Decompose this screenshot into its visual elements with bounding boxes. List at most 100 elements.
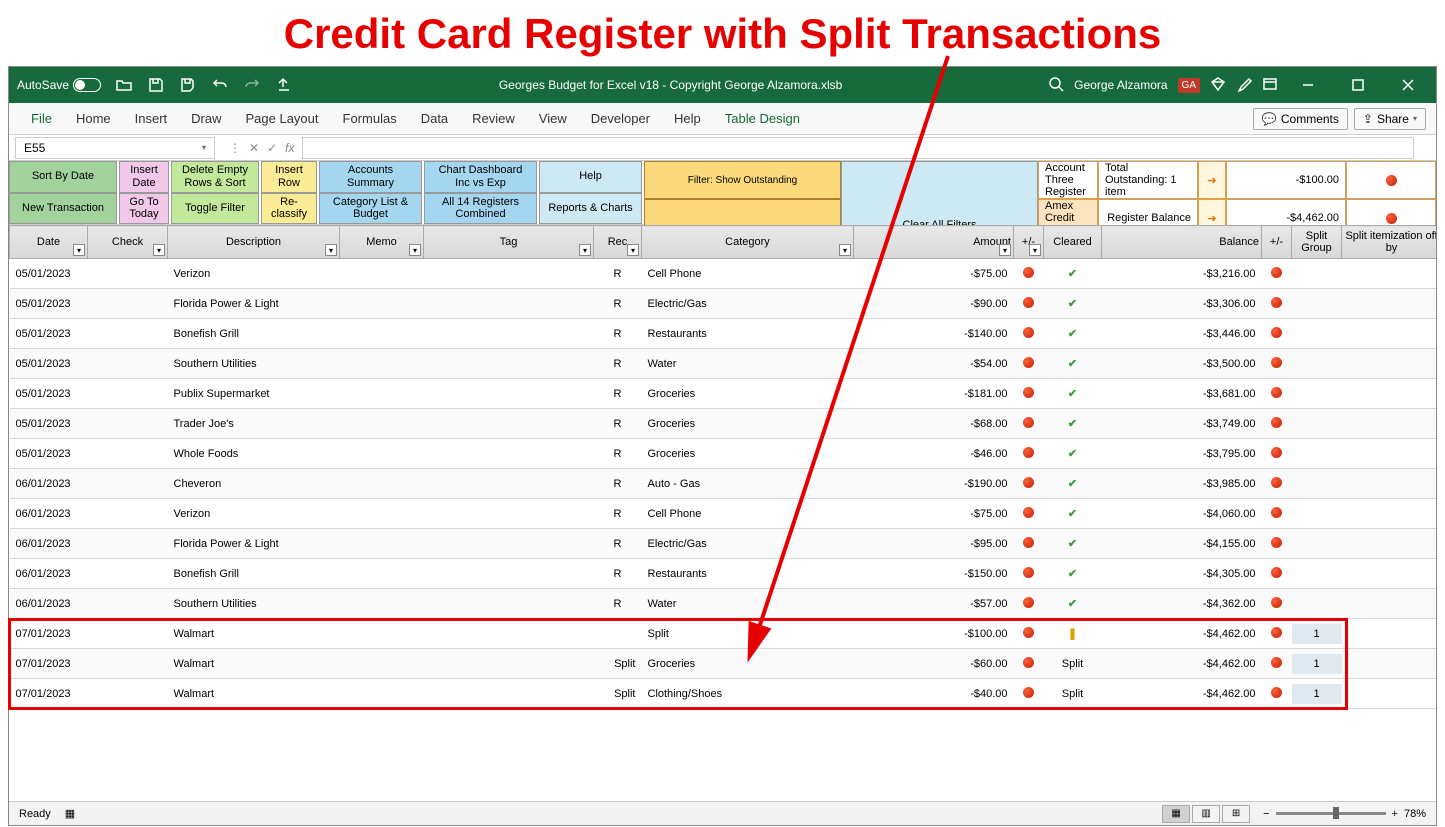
- filter-icon[interactable]: ▾: [839, 244, 851, 256]
- name-box[interactable]: E55▾: [15, 137, 215, 159]
- diamond-icon[interactable]: [1210, 76, 1226, 95]
- page-break-view-button[interactable]: ⊞: [1222, 805, 1250, 823]
- sort-by-date-button[interactable]: Sort By Date: [9, 161, 117, 193]
- zoom-in-button[interactable]: +: [1392, 808, 1398, 820]
- table-row[interactable]: 05/01/2023Florida Power & LightRElectric…: [10, 289, 1437, 319]
- user-name[interactable]: George Alzamora: [1074, 78, 1167, 92]
- insert-date-button[interactable]: Insert Date: [119, 161, 169, 193]
- tab-developer[interactable]: Developer: [579, 107, 662, 130]
- formula-bar: E55▾ ⋮ ✕ ✓ fx: [9, 135, 1436, 161]
- fx-cancel-icon[interactable]: ✕: [249, 141, 259, 155]
- table-row[interactable]: 06/01/2023Southern UtilitiesRWater-$57.0…: [10, 589, 1437, 619]
- paint-icon[interactable]: [1236, 76, 1252, 95]
- undo-icon[interactable]: [211, 76, 229, 94]
- table-row[interactable]: 05/01/2023Trader Joe'sRGroceries-$68.00✔…: [10, 409, 1437, 439]
- table-row[interactable]: 07/01/2023WalmartSplit-$100.00❚-$4,462.0…: [10, 619, 1437, 649]
- normal-view-button[interactable]: ▦: [1162, 805, 1190, 823]
- filter-icon[interactable]: ▾: [325, 244, 337, 256]
- table-row[interactable]: 07/01/2023WalmartSplitGroceries-$60.00Sp…: [10, 649, 1437, 679]
- table-row[interactable]: 05/01/2023VerizonRCell Phone-$75.00✔-$3,…: [10, 259, 1437, 289]
- filter-icon[interactable]: ▾: [153, 244, 165, 256]
- annotation-title: Credit Card Register with Split Transact…: [0, 0, 1445, 66]
- help-button[interactable]: Help: [539, 161, 642, 193]
- tab-file[interactable]: File: [19, 107, 64, 130]
- toggle-filter-button[interactable]: Toggle Filter: [171, 193, 259, 225]
- filter-icon[interactable]: ▾: [409, 244, 421, 256]
- table-row[interactable]: 06/01/2023Bonefish GrillRRestaurants-$15…: [10, 559, 1437, 589]
- column-header[interactable]: Balance: [1102, 226, 1262, 259]
- column-header[interactable]: Rec▾: [594, 226, 642, 259]
- minimize-button[interactable]: [1288, 71, 1328, 99]
- column-header[interactable]: Split itemization off by: [1342, 226, 1437, 259]
- table-row[interactable]: 05/01/2023Publix SupermarketRGroceries-$…: [10, 379, 1437, 409]
- all-registers-button[interactable]: All 14 Registers Combined: [424, 193, 537, 225]
- filter-icon[interactable]: ▾: [999, 244, 1011, 256]
- close-button[interactable]: [1388, 71, 1428, 99]
- open-icon[interactable]: [115, 76, 133, 94]
- column-header[interactable]: Tag▾: [424, 226, 594, 259]
- save-icon[interactable]: [147, 76, 165, 94]
- column-header[interactable]: Category▾: [642, 226, 854, 259]
- ribbon-mode-icon[interactable]: [1262, 76, 1278, 95]
- table-row[interactable]: 06/01/2023CheveronRAuto - Gas-$190.00✔-$…: [10, 469, 1437, 499]
- tab-home[interactable]: Home: [64, 107, 123, 130]
- accounts-summary-button[interactable]: Accounts Summary: [319, 161, 422, 193]
- comments-button[interactable]: 💬 Comments: [1253, 108, 1348, 130]
- category-budget-button[interactable]: Category List & Budget: [319, 193, 422, 225]
- column-header[interactable]: Date▾: [10, 226, 88, 259]
- column-header[interactable]: +/-: [1262, 226, 1292, 259]
- filter-outstanding-button[interactable]: Filter: Show Outstanding: [644, 161, 841, 199]
- tab-page-layout[interactable]: Page Layout: [234, 107, 331, 130]
- column-header[interactable]: +/-▾: [1014, 226, 1044, 259]
- zoom-slider[interactable]: [1276, 812, 1386, 815]
- user-avatar[interactable]: GA: [1178, 78, 1200, 93]
- zoom-out-button[interactable]: −: [1263, 808, 1269, 820]
- column-header[interactable]: Description▾: [168, 226, 340, 259]
- table-row[interactable]: 07/01/2023WalmartSplitClothing/Shoes-$40…: [10, 679, 1437, 709]
- autosave-toggle[interactable]: AutoSave: [17, 78, 101, 92]
- maximize-button[interactable]: [1338, 71, 1378, 99]
- tab-formulas[interactable]: Formulas: [331, 107, 409, 130]
- page-layout-view-button[interactable]: ▥: [1192, 805, 1220, 823]
- fx-expand-icon[interactable]: ⋮: [229, 141, 241, 155]
- table-row[interactable]: 05/01/2023Whole FoodsRGroceries-$46.00✔-…: [10, 439, 1437, 469]
- column-header[interactable]: Check▾: [88, 226, 168, 259]
- column-header[interactable]: Amount▾: [854, 226, 1014, 259]
- zoom-level[interactable]: 78%: [1404, 808, 1426, 820]
- table-row[interactable]: 05/01/2023Bonefish GrillRRestaurants-$14…: [10, 319, 1437, 349]
- formula-input[interactable]: [302, 137, 1414, 159]
- column-header[interactable]: Split Group: [1292, 226, 1342, 259]
- go-to-today-button[interactable]: Go To Today: [119, 193, 169, 225]
- touch-icon[interactable]: [275, 76, 293, 94]
- filter-icon[interactable]: ▾: [579, 244, 591, 256]
- accessibility-icon[interactable]: ▦: [65, 807, 75, 820]
- table-row[interactable]: 06/01/2023VerizonRCell Phone-$75.00✔-$4,…: [10, 499, 1437, 529]
- search-icon[interactable]: [1048, 76, 1064, 95]
- table-row[interactable]: 06/01/2023Florida Power & LightRElectric…: [10, 529, 1437, 559]
- fx-confirm-icon[interactable]: ✓: [267, 141, 277, 155]
- tab-data[interactable]: Data: [409, 107, 460, 130]
- new-transaction-button[interactable]: New Transaction: [9, 193, 117, 225]
- tab-view[interactable]: View: [527, 107, 579, 130]
- fx-icon[interactable]: fx: [285, 141, 294, 155]
- chart-dashboard-button[interactable]: Chart Dashboard Inc vs Exp: [424, 161, 537, 193]
- tab-review[interactable]: Review: [460, 107, 527, 130]
- filter-icon[interactable]: ▾: [73, 244, 85, 256]
- table-row[interactable]: 05/01/2023Southern UtilitiesRWater-$54.0…: [10, 349, 1437, 379]
- filter-icon[interactable]: ▾: [627, 244, 639, 256]
- reclassify-button[interactable]: Re-classify: [261, 193, 317, 225]
- column-header[interactable]: Memo▾: [340, 226, 424, 259]
- reports-charts-button[interactable]: Reports & Charts: [539, 193, 642, 225]
- filter-icon[interactable]: ▾: [1029, 244, 1041, 256]
- save-as-icon[interactable]: [179, 76, 197, 94]
- tab-draw[interactable]: Draw: [179, 107, 233, 130]
- delete-empty-button[interactable]: Delete Empty Rows & Sort: [171, 161, 259, 193]
- insert-row-button[interactable]: Insert Row: [261, 161, 317, 193]
- share-button[interactable]: ⇪ Share ▾: [1354, 108, 1426, 130]
- tab-table-design[interactable]: Table Design: [713, 107, 812, 130]
- tab-help[interactable]: Help: [662, 107, 713, 130]
- column-header[interactable]: Cleared: [1044, 226, 1102, 259]
- register-table-wrap[interactable]: Date▾Check▾Description▾Memo▾Tag▾Rec▾Cate…: [9, 225, 1436, 801]
- tab-insert[interactable]: Insert: [123, 107, 180, 130]
- redo-icon[interactable]: [243, 76, 261, 94]
